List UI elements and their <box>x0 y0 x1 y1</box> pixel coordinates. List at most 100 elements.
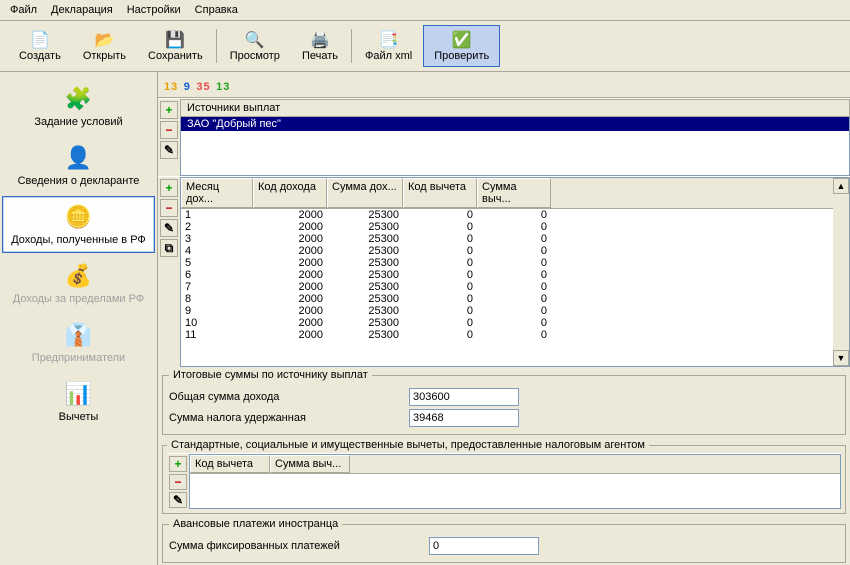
table-cell: 2000 <box>253 317 327 329</box>
table-cell: 0 <box>477 281 551 293</box>
toolbar: 📄Создать 📂Открыть 💾Сохранить 🔍Просмотр 🖨… <box>0 21 850 72</box>
preview-button[interactable]: 🔍Просмотр <box>219 25 291 67</box>
edit-source-button[interactable]: ✎ <box>160 141 178 159</box>
add-income-button[interactable]: + <box>160 179 178 197</box>
table-row[interactable]: 220002530000 <box>181 221 849 233</box>
total-income-label: Общая сумма дохода <box>169 391 409 403</box>
edit-deduction-button[interactable]: ✎ <box>169 492 187 508</box>
sidebar-income-rf[interactable]: 🪙Доходы, полученные в РФ <box>2 196 155 253</box>
check-button[interactable]: ✅Проверить <box>423 25 500 67</box>
table-cell: 0 <box>403 221 477 233</box>
table-cell: 0 <box>403 305 477 317</box>
advance-legend: Авансовые платежи иностранца <box>169 518 342 530</box>
table-cell: 2000 <box>253 293 327 305</box>
open-button[interactable]: 📂Открыть <box>72 25 137 67</box>
sources-list[interactable]: ЗАО "Добрый пес" <box>180 117 850 176</box>
income-table-header: Месяц дох... Код дохода Сумма дох... Код… <box>181 178 849 209</box>
table-row[interactable]: 1020002530000 <box>181 317 849 329</box>
table-cell: 2000 <box>253 305 327 317</box>
table-cell: 5 <box>181 257 253 269</box>
sidebar: 🧩Задание условий 👤Сведения о декларанте … <box>0 72 158 565</box>
printer-icon: 🖨️ <box>310 30 330 50</box>
table-row[interactable]: 1120002530000 <box>181 329 849 341</box>
table-row[interactable]: 920002530000 <box>181 305 849 317</box>
coins-icon: 🪙 <box>65 203 93 231</box>
remove-deduction-button[interactable]: − <box>169 474 187 490</box>
table-cell: 0 <box>477 305 551 317</box>
table-cell: 25300 <box>327 293 403 305</box>
income-row-buttons: + − ✎ ⧉ <box>158 177 180 367</box>
sidebar-declarant[interactable]: 👤Сведения о декларанте <box>2 137 155 194</box>
deductions-table[interactable]: Код вычета Сумма выч... <box>189 454 841 509</box>
table-row[interactable]: 320002530000 <box>181 233 849 245</box>
total-income-input[interactable] <box>409 388 519 406</box>
table-row[interactable]: 820002530000 <box>181 293 849 305</box>
table-row[interactable]: 620002530000 <box>181 269 849 281</box>
menu-help[interactable]: Справка <box>189 2 244 18</box>
table-cell: 0 <box>403 317 477 329</box>
table-cell: 25300 <box>327 317 403 329</box>
sources-buttons: + − ✎ <box>158 99 180 176</box>
table-row[interactable]: 720002530000 <box>181 281 849 293</box>
add-source-button[interactable]: + <box>160 101 178 119</box>
income-table-body[interactable]: 1200025300002200025300003200025300004200… <box>181 209 849 366</box>
table-cell: 6 <box>181 269 253 281</box>
add-deduction-button[interactable]: + <box>169 456 187 472</box>
scrollbar[interactable]: ▲ ▼ <box>833 178 849 366</box>
year-code-bar: 13 9 35 13 <box>158 72 850 98</box>
table-cell: 0 <box>403 293 477 305</box>
total-tax-input[interactable] <box>409 409 519 427</box>
table-cell: 2000 <box>253 233 327 245</box>
advance-fieldset: Авансовые платежи иностранца Сумма фикси… <box>162 518 846 563</box>
totals-fieldset: Итоговые суммы по источнику выплат Общая… <box>162 369 846 435</box>
table-row[interactable]: 520002530000 <box>181 257 849 269</box>
agent-deductions-legend: Стандартные, социальные и имущественные … <box>167 439 649 451</box>
table-row[interactable]: 120002530000 <box>181 209 849 221</box>
remove-income-button[interactable]: − <box>160 199 178 217</box>
menubar: Файл Декларация Настройки Справка <box>0 0 850 21</box>
table-cell: 11 <box>181 329 253 341</box>
moneybag-icon: 💰 <box>65 262 93 290</box>
xml-button[interactable]: 📑Файл xml <box>354 25 423 67</box>
menu-declaration[interactable]: Декларация <box>45 2 119 18</box>
sidebar-entrepreneur[interactable]: 👔Предприниматели <box>2 314 155 371</box>
table-cell: 25300 <box>327 233 403 245</box>
print-button[interactable]: 🖨️Печать <box>291 25 349 67</box>
toolbar-separator <box>351 29 352 63</box>
table-cell: 0 <box>403 329 477 341</box>
edit-income-button[interactable]: ✎ <box>160 219 178 237</box>
scroll-up-icon[interactable]: ▲ <box>833 178 849 194</box>
table-cell: 25300 <box>327 257 403 269</box>
create-button[interactable]: 📄Создать <box>8 25 72 67</box>
table-cell: 2000 <box>253 209 327 221</box>
sidebar-income-abroad[interactable]: 💰Доходы за пределами РФ <box>2 255 155 312</box>
table-cell: 25300 <box>327 269 403 281</box>
scroll-down-icon[interactable]: ▼ <box>833 350 849 366</box>
menu-settings[interactable]: Настройки <box>121 2 187 18</box>
source-row[interactable]: ЗАО "Добрый пес" <box>181 117 849 131</box>
table-cell: 2000 <box>253 329 327 341</box>
sidebar-conditions[interactable]: 🧩Задание условий <box>2 78 155 135</box>
sidebar-deductions[interactable]: 📊Вычеты <box>2 373 155 430</box>
remove-source-button[interactable]: − <box>160 121 178 139</box>
table-cell: 0 <box>403 269 477 281</box>
advance-label: Сумма фиксированных платежей <box>169 540 429 552</box>
table-row[interactable]: 420002530000 <box>181 245 849 257</box>
magnifier-icon: 🔍 <box>245 30 265 50</box>
table-cell: 4 <box>181 245 253 257</box>
copy-income-button[interactable]: ⧉ <box>160 239 178 257</box>
check-icon: ✅ <box>452 30 472 50</box>
table-cell: 0 <box>477 269 551 281</box>
save-button[interactable]: 💾Сохранить <box>137 25 214 67</box>
income-table[interactable]: Месяц дох... Код дохода Сумма дох... Код… <box>180 177 850 367</box>
advance-input[interactable] <box>429 537 539 555</box>
menu-file[interactable]: Файл <box>4 2 43 18</box>
table-cell: 25300 <box>327 281 403 293</box>
table-cell: 0 <box>477 329 551 341</box>
table-cell: 0 <box>403 281 477 293</box>
tree-icon: 🧩 <box>65 85 93 113</box>
total-tax-label: Сумма налога удержанная <box>169 412 409 424</box>
table-cell: 25300 <box>327 221 403 233</box>
table-cell: 2000 <box>253 281 327 293</box>
table-cell: 0 <box>477 209 551 221</box>
